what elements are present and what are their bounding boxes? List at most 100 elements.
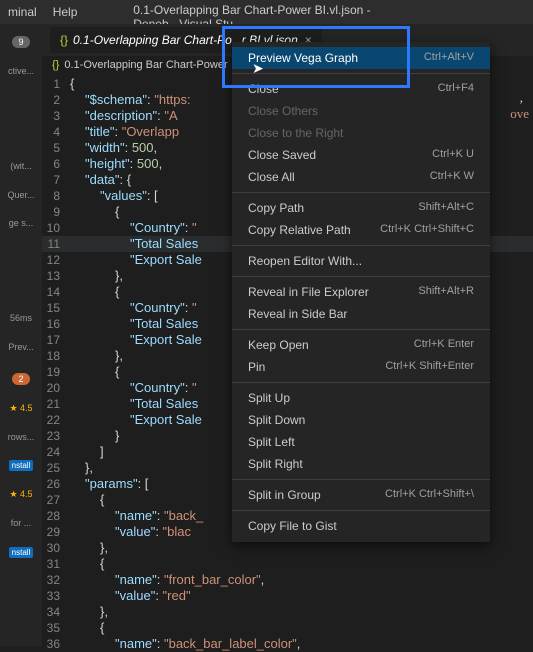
- menu-separator: [232, 73, 490, 74]
- menu-separator: [232, 276, 490, 277]
- line-number: 36: [42, 636, 70, 652]
- line-number: 22: [42, 412, 70, 428]
- menu-label: Keep Open: [248, 338, 309, 352]
- sidebar-prev: Prev...: [8, 342, 33, 353]
- sidebar-ms: 56ms: [10, 313, 32, 324]
- menu-label: Close Others: [248, 104, 318, 118]
- menu-item-copy-path[interactable]: Copy Path Shift+Alt+C: [232, 197, 490, 219]
- code-line[interactable]: 32"name": "front_bar_color",: [42, 572, 533, 588]
- menu-shortcut: Shift+Alt+C: [418, 201, 474, 215]
- code-line[interactable]: 31{: [42, 556, 533, 572]
- menu-item-copy-relative-path[interactable]: Copy Relative PathCtrl+K Ctrl+Shift+C: [232, 219, 490, 241]
- line-number: 14: [42, 284, 70, 300]
- line-number: 18: [42, 348, 70, 364]
- sidebar-install-btn-2[interactable]: nstall: [9, 547, 34, 558]
- menu-terminal[interactable]: minal: [8, 5, 37, 19]
- sidebar-ctive[interactable]: ctive...: [8, 66, 34, 77]
- menu-label: Split Right: [248, 457, 303, 471]
- menu-separator: [232, 245, 490, 246]
- menu-item-reveal-in-file-explorer[interactable]: Reveal in File ExplorerShift+Alt+R: [232, 281, 490, 303]
- line-number: 31: [42, 556, 70, 572]
- code-tail-comma: ,: [520, 90, 523, 106]
- menu-item-keep-open[interactable]: Keep Open Ctrl+K Enter: [232, 334, 490, 356]
- line-number: 33: [42, 588, 70, 604]
- json-icon: {}: [60, 33, 68, 47]
- menu-shortcut: Ctrl+F4: [438, 82, 474, 96]
- sidebar-for: for ...: [11, 518, 32, 529]
- menu-item-close[interactable]: Close Ctrl+F4: [232, 78, 490, 100]
- code-line[interactable]: 35{: [42, 620, 533, 636]
- code-line[interactable]: 36"name": "back_bar_label_color",: [42, 636, 533, 652]
- line-number: 29: [42, 524, 70, 540]
- menu-shortcut: Ctrl+K U: [432, 148, 474, 162]
- menu-label: Close: [248, 82, 279, 96]
- menu-shortcut: Ctrl+K Ctrl+Shift+C: [380, 223, 474, 237]
- line-number: 15: [42, 300, 70, 316]
- menu-label: Split Left: [248, 435, 295, 449]
- line-number: 3: [42, 108, 70, 124]
- line-number: 32: [42, 572, 70, 588]
- line-number: 23: [42, 428, 70, 444]
- menu-item-close-to-the-right: Close to the Right: [232, 122, 490, 144]
- sidebar-install-btn[interactable]: nstall: [9, 460, 34, 471]
- menu-label: Close All: [248, 170, 295, 184]
- line-number: 24: [42, 444, 70, 460]
- menu-item-preview-vega-graph[interactable]: Preview Vega GraphCtrl+Alt+V: [232, 47, 490, 69]
- menu-label: Reopen Editor With...: [248, 254, 362, 268]
- menu-item-split-right[interactable]: Split Right: [232, 453, 490, 475]
- menu-shortcut: Shift+Alt+R: [418, 285, 474, 299]
- menu-label: Close to the Right: [248, 126, 343, 140]
- line-number: 10: [42, 220, 70, 236]
- menu-item-split-in-group[interactable]: Split in GroupCtrl+K Ctrl+Shift+\: [232, 484, 490, 506]
- menu-label: Reveal in Side Bar: [248, 307, 347, 321]
- line-number: 17: [42, 332, 70, 348]
- sidebar-rows: rows...: [8, 432, 35, 443]
- menu-separator: [232, 479, 490, 480]
- line-number: 27: [42, 492, 70, 508]
- menu-item-close-others: Close Others: [232, 100, 490, 122]
- menu-shortcut: Ctrl+K Shift+Enter: [385, 360, 474, 374]
- menu-item-reveal-in-side-bar[interactable]: Reveal in Side Bar: [232, 303, 490, 325]
- menu-label: Split Down: [248, 413, 305, 427]
- activity-bar: 9 ctive... (wit... Quer... ge s... 56ms …: [0, 24, 42, 646]
- menu-label: Pin: [248, 360, 265, 374]
- line-number: 7: [42, 172, 70, 188]
- menu-item-close-saved[interactable]: Close Saved Ctrl+K U: [232, 144, 490, 166]
- menu-label: Split in Group: [248, 488, 321, 502]
- menu-item-split-left[interactable]: Split Left: [232, 431, 490, 453]
- line-number: 8: [42, 188, 70, 204]
- line-number: 16: [42, 316, 70, 332]
- context-menu: Preview Vega GraphCtrl+Alt+V Close Ctrl+F4…: [232, 42, 490, 542]
- sidebar-quer[interactable]: Quer...: [7, 190, 34, 201]
- sidebar-ges[interactable]: ge s...: [9, 218, 34, 229]
- menu-help[interactable]: Help: [53, 5, 78, 19]
- code-line[interactable]: 33"value": "red": [42, 588, 533, 604]
- line-number: 25: [42, 460, 70, 476]
- line-number: 13: [42, 268, 70, 284]
- sidebar-with[interactable]: (wit...: [10, 161, 32, 172]
- code-line[interactable]: 34},: [42, 604, 533, 620]
- menu-item-copy-file-to-gist[interactable]: Copy File to Gist: [232, 515, 490, 537]
- menu-label: Close Saved: [248, 148, 316, 162]
- menu-item-reopen-editor-with-[interactable]: Reopen Editor With...: [232, 250, 490, 272]
- line-number: 9: [42, 204, 70, 220]
- menu-item-split-down[interactable]: Split Down: [232, 409, 490, 431]
- menu-item-split-up[interactable]: Split Up: [232, 387, 490, 409]
- menu-shortcut: Ctrl+K Enter: [414, 338, 474, 352]
- code-line[interactable]: 30},: [42, 540, 533, 556]
- line-number: 12: [42, 252, 70, 268]
- line-number: 11: [42, 236, 70, 252]
- sidebar-count-badge: 2: [12, 371, 29, 385]
- menu-label: Split Up: [248, 391, 290, 405]
- menu-item-pin[interactable]: Pin Ctrl+K Shift+Enter: [232, 356, 490, 378]
- line-number: 28: [42, 508, 70, 524]
- breadcrumb-label: 0.1-Overlapping Bar Chart-Power: [64, 59, 227, 71]
- sidebar-rating-2: ★ 4.5: [9, 489, 32, 500]
- sidebar-rating: ★ 4.5: [9, 403, 32, 414]
- line-number: 30: [42, 540, 70, 556]
- line-number: 5: [42, 140, 70, 156]
- menu-item-close-all[interactable]: Close AllCtrl+K W: [232, 166, 490, 188]
- line-number: 19: [42, 364, 70, 380]
- menu-separator: [232, 329, 490, 330]
- menu-label: Copy Path: [248, 201, 304, 215]
